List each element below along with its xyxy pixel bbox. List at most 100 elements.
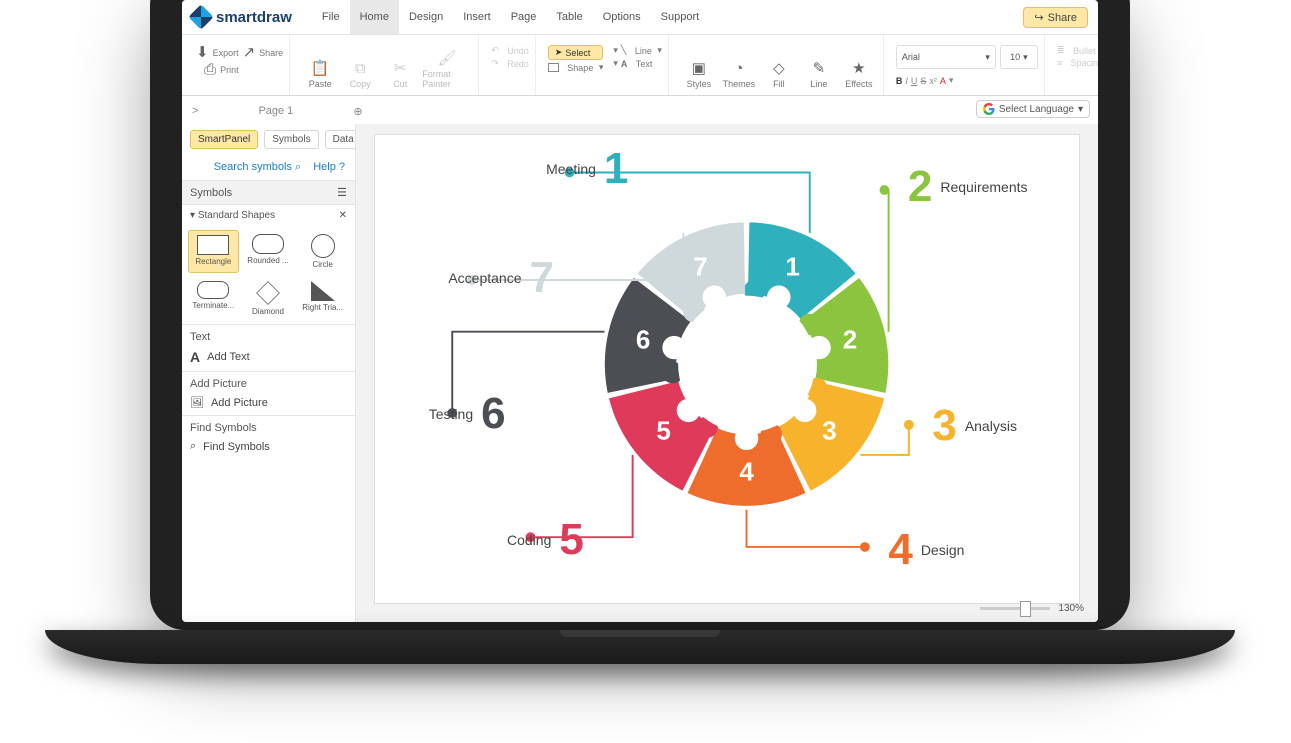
copy-button[interactable]: ⧉ Copy (342, 41, 378, 89)
superscript-button[interactable]: x² (929, 76, 937, 86)
styles-button[interactable]: ▣ Styles (681, 41, 717, 89)
add-picture-button[interactable]: 🖼 Add Picture (190, 396, 347, 409)
fill-icon: ◇ (773, 61, 785, 76)
redo-button[interactable]: ↷ Redo (491, 58, 529, 69)
effects-icon: ★ (852, 61, 865, 76)
line-style-icon: ✎ (813, 61, 826, 76)
shape-circle[interactable]: Circle (297, 230, 348, 273)
zoom-slider-handle[interactable] (1020, 601, 1031, 617)
document-bar: > Page 1 ⊕ Select Language ▾ (182, 96, 1098, 127)
cut-icon: ✂ (394, 61, 407, 76)
chevron-down-icon: ▾ (1078, 104, 1083, 115)
line-style-button[interactable]: ✎ Line (801, 41, 837, 89)
menu-bar: smartdraw FileHomeDesignInsertPageTableO… (182, 0, 1098, 35)
cycle-diagram: 12345671Meeting2Requirements3Analysis4De… (375, 135, 1079, 603)
tab-data[interactable]: Data (325, 130, 356, 149)
app-screen: smartdraw FileHomeDesignInsertPageTableO… (182, 0, 1098, 622)
tab-symbols[interactable]: Symbols (264, 130, 318, 149)
share-ribbon-button[interactable]: ↗Share (243, 45, 284, 60)
zoom-value: 130% (1058, 603, 1084, 614)
page-tab[interactable]: Page 1 (258, 105, 293, 117)
text-section-header: Text (190, 331, 347, 343)
font-select[interactable]: Arial ▾ (896, 45, 996, 69)
export-button[interactable]: ⬇Export (196, 45, 239, 60)
underline-button[interactable]: U (911, 76, 918, 86)
search-symbols-link[interactable]: Search symbols ⌕ (214, 161, 302, 174)
shape-diamond[interactable]: Diamond (243, 277, 294, 320)
segment-label-4[interactable]: 4Design (888, 528, 964, 572)
menu-item-insert[interactable]: Insert (453, 0, 501, 34)
menu-item-design[interactable]: Design (399, 0, 453, 34)
big-number-7: 7 (530, 256, 554, 300)
find-symbols-header: Find Symbols (190, 422, 347, 434)
more-font-button[interactable]: ▾ (949, 75, 954, 86)
undo-icon: ↶ (491, 45, 499, 56)
big-number-4: 4 (888, 528, 912, 572)
select-tool[interactable]: ➤Select (548, 45, 604, 60)
language-select[interactable]: Select Language ▾ (976, 100, 1090, 118)
laptop-base (45, 630, 1235, 664)
spacing-button[interactable]: ≡ Spacing (1057, 58, 1098, 68)
text-icon: A (621, 59, 628, 69)
text-tool[interactable]: ▾ A Text (613, 58, 662, 69)
segment-label-7[interactable]: 7 Acceptance (448, 256, 554, 300)
big-number-3: 3 (932, 404, 956, 448)
shape-tool[interactable]: Shape ▾ (548, 62, 604, 73)
menu-item-support[interactable]: Support (651, 0, 710, 34)
add-text-button[interactable]: A Add Text (190, 349, 347, 365)
add-page-button[interactable]: ⊕ (353, 105, 362, 118)
big-number-6: 6 (481, 392, 505, 436)
bold-button[interactable]: B (896, 76, 903, 86)
paste-icon: 📋 (311, 61, 330, 76)
fill-button[interactable]: ◇ Fill (761, 41, 797, 89)
line-tool[interactable]: ▾ ╲ Line ▾ (613, 45, 662, 56)
menu-item-options[interactable]: Options (593, 0, 651, 34)
help-link[interactable]: Help ? (313, 161, 345, 174)
strike-button[interactable]: S (920, 76, 926, 86)
font-color-button[interactable]: A (940, 76, 946, 86)
find-symbols-button[interactable]: ⌕ Find Symbols (190, 440, 347, 453)
page-nav-left[interactable]: > (192, 105, 198, 117)
segment-label-3[interactable]: 3Analysis (932, 404, 1017, 448)
shape-rectangle[interactable]: Rectangle (188, 230, 239, 273)
download-icon: ⬇ (196, 45, 209, 60)
font-size-select[interactable]: 10 ▾ (1000, 45, 1038, 69)
search-icon: ⌕ (295, 161, 301, 173)
standard-shapes-header[interactable]: ▾ Standard Shapes ✕ (182, 205, 355, 226)
close-icon[interactable]: ✕ (339, 210, 347, 221)
styles-icon: ▣ (692, 61, 706, 76)
cut-button[interactable]: ✂ Cut (382, 41, 418, 89)
shape-rounded-[interactable]: Rounded ... (243, 230, 294, 273)
drawing-canvas[interactable]: 12345671Meeting2Requirements3Analysis4De… (374, 134, 1080, 604)
shape-right-tria-[interactable]: Right Tria... (297, 277, 348, 320)
format-painter-button[interactable]: 🖌 Format Painter (422, 41, 472, 89)
share-button[interactable]: Share (1023, 7, 1088, 28)
segment-label-1[interactable]: 1Meeting (546, 147, 628, 191)
menu-item-home[interactable]: Home (350, 0, 399, 34)
segment-label-5[interactable]: 5Coding (507, 518, 584, 562)
shapes-grid: RectangleRounded ...Circle Terminate...Di… (182, 226, 354, 324)
big-number-1: 1 (604, 147, 628, 191)
menu-item-table[interactable]: Table (546, 0, 592, 34)
cursor-icon: ➤ (555, 47, 563, 58)
segment-label-2[interactable]: 2Requirements (908, 165, 1028, 209)
zoom-slider-track[interactable] (980, 607, 1050, 610)
bullet-button[interactable]: ≣ Bullet (1057, 45, 1098, 56)
print-button[interactable]: ⎙Print (196, 62, 239, 77)
menu-icon[interactable]: ☰ (337, 186, 347, 199)
menu-item-page[interactable]: Page (501, 0, 547, 34)
logo-icon (188, 4, 213, 29)
paste-button[interactable]: 📋 Paste (302, 41, 338, 89)
segment-label-6[interactable]: 6Testing (429, 392, 506, 436)
menu-item-file[interactable]: File (312, 0, 350, 34)
segment-text-7: Acceptance (448, 270, 521, 286)
themes-icon: ◔ (734, 61, 743, 76)
themes-button[interactable]: ◔ Themes (721, 41, 757, 89)
undo-button[interactable]: ↶ Undo (491, 45, 529, 56)
content-area: SmartPanel Symbols Data ✕ Search symbols… (182, 124, 1098, 622)
shape-terminate-[interactable]: Terminate... (188, 277, 239, 320)
effects-button[interactable]: ★ Effects (841, 41, 877, 89)
tab-smartpanel[interactable]: SmartPanel (190, 130, 258, 149)
italic-button[interactable]: I (905, 76, 908, 86)
zoom-control[interactable]: 130% (980, 603, 1084, 614)
